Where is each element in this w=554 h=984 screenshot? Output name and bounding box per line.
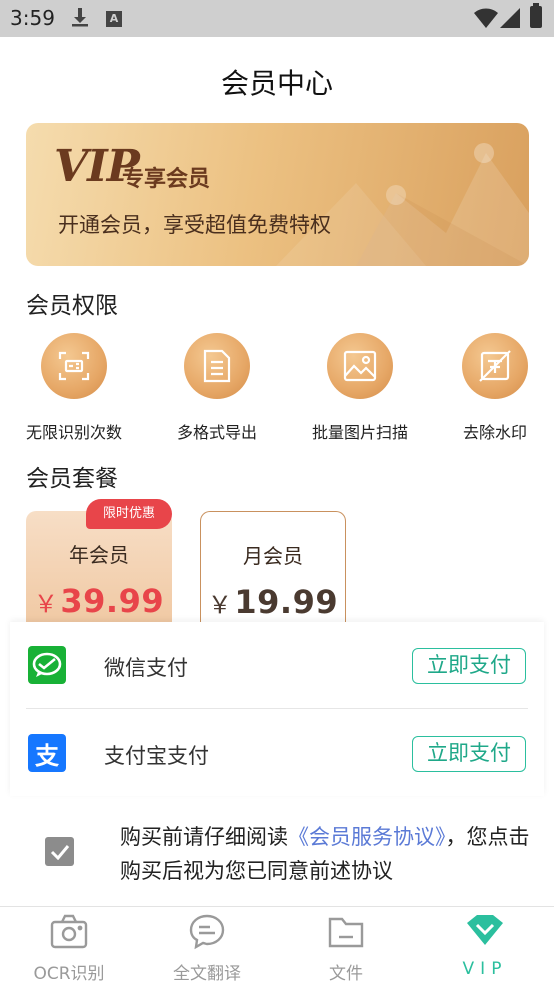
notification-a-icon: A: [106, 11, 122, 27]
document-icon: [184, 333, 250, 399]
nav-vip[interactable]: VIP: [416, 907, 554, 984]
checkmark-icon: [50, 844, 69, 860]
folder-icon: [328, 917, 364, 948]
privilege-remove-watermark: 去除水印: [430, 333, 554, 443]
status-bar: 3:59 A: [0, 0, 554, 37]
diamond-icon: [467, 915, 503, 945]
battery-icon: [530, 3, 542, 28]
nav-label: OCR识别: [33, 964, 105, 984]
privilege-label: 批量图片扫描: [311, 423, 408, 442]
no-watermark-icon: [462, 333, 528, 399]
wechat-pay-button[interactable]: 立即支付: [412, 648, 526, 684]
nav-files[interactable]: 文件: [277, 907, 415, 984]
nav-label: VIP: [462, 959, 508, 979]
image-icon: [327, 333, 393, 399]
plan-name: 月会员: [243, 544, 303, 568]
vip-banner: VIP 专享会员 开通会员，享受超值免费特权: [26, 123, 529, 266]
plan-price: ￥39.99: [33, 582, 165, 620]
plan-price: ￥19.99: [207, 583, 339, 621]
plan-month-card[interactable]: 月会员 ￥19.99: [200, 511, 346, 629]
wifi-icon: [474, 8, 498, 28]
wechat-pay-icon: [28, 646, 66, 684]
payment-label: 微信支付: [104, 656, 188, 680]
payment-sheet: 微信支付 立即支付 支 支付宝支付 立即支付: [10, 622, 544, 796]
camera-icon: [50, 914, 88, 949]
payment-row-wechat: 微信支付 立即支付: [26, 622, 528, 709]
status-time: 3:59: [10, 6, 55, 30]
nav-label: 文件: [329, 964, 363, 984]
alipay-icon: 支: [28, 734, 66, 772]
privilege-unlimited-ocr: 无限识别次数: [9, 333, 139, 443]
chat-translate-icon: [189, 914, 225, 950]
privilege-label: 无限识别次数: [25, 423, 122, 442]
nav-label: 全文翻译: [173, 964, 241, 984]
plan-name: 年会员: [69, 543, 129, 567]
privilege-label: 多格式导出: [176, 423, 257, 442]
vip-label: 专享会员: [122, 167, 211, 192]
banner-subtitle: 开通会员，享受超值免费特权: [58, 213, 331, 237]
scan-icon: [41, 333, 107, 399]
service-agreement-link[interactable]: 《会员服务协议》: [288, 825, 446, 849]
payment-row-alipay: 支 支付宝支付 立即支付: [10, 710, 544, 797]
payment-label: 支付宝支付: [104, 744, 209, 768]
privileges-title: 会员权限: [26, 293, 118, 319]
signal-icon: [500, 8, 520, 28]
agreement-checkbox[interactable]: [45, 837, 74, 866]
bottom-nav: OCR识别 全文翻译 文件 VIP: [0, 906, 554, 984]
privilege-multi-format: 多格式导出: [152, 333, 282, 443]
alipay-pay-button[interactable]: 立即支付: [412, 736, 526, 772]
agreement-text: 购买前请仔细阅读《会员服务协议》，您点击购买后视为您已同意前述协议: [120, 825, 530, 883]
plans-title: 会员套餐: [26, 466, 118, 492]
download-icon: [72, 8, 88, 27]
nav-translate[interactable]: 全文翻译: [138, 907, 276, 984]
page-title: 会员中心: [220, 67, 333, 100]
nav-ocr[interactable]: OCR识别: [0, 907, 138, 984]
privilege-label: 去除水印: [462, 423, 527, 442]
limited-offer-badge: 限时优惠: [86, 499, 172, 529]
privilege-batch-scan: 批量图片扫描: [295, 333, 425, 443]
